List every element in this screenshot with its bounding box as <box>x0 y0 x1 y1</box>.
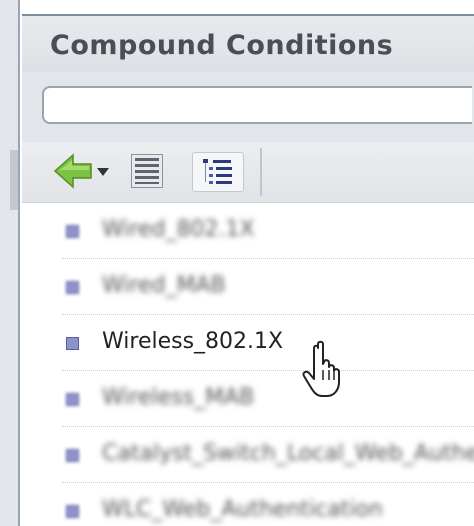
condition-label: Wired_MAB <box>102 273 226 298</box>
condition-label: Wireless_MAB <box>102 385 255 410</box>
condition-label: Wired_802.1X <box>102 217 255 242</box>
panel-header: Compound Conditions <box>22 14 474 74</box>
list-view-icon <box>131 154 163 188</box>
list-item[interactable]: WLC_Web_Authentication <box>22 483 474 526</box>
condition-icon <box>66 281 79 294</box>
left-panel-border <box>0 0 20 526</box>
condition-icon <box>66 449 79 462</box>
conditions-list: Wired_802.1X Wired_MAB Wireless_802.1X W… <box>22 203 474 526</box>
panel-title: Compound Conditions <box>50 30 394 61</box>
search-bar <box>22 72 474 142</box>
condition-icon <box>66 337 79 350</box>
list-item[interactable]: Wired_802.1X <box>22 203 474 259</box>
hand-pointer-cursor-icon <box>302 340 340 397</box>
condition-label: Catalyst_Switch_Local_Web_Authentication <box>102 441 474 466</box>
green-left-arrow-icon <box>53 153 109 189</box>
condition-label: WLC_Web_Authentication <box>102 497 383 522</box>
list-item[interactable]: Wired_MAB <box>22 259 474 315</box>
tree-view-icon <box>203 159 232 184</box>
back-button[interactable] <box>50 152 116 190</box>
list-item-highlighted[interactable]: Wireless_802.1X <box>22 315 474 371</box>
condition-icon <box>66 225 79 238</box>
toolbar-separator <box>260 148 262 196</box>
dropdown-arrow-icon <box>97 168 109 176</box>
toolbar <box>22 142 474 203</box>
list-item[interactable]: Catalyst_Switch_Local_Web_Authentication <box>22 427 474 483</box>
condition-label: Wireless_802.1X <box>102 329 284 354</box>
left-scroll-strip[interactable] <box>10 150 18 210</box>
condition-icon <box>66 505 79 518</box>
list-view-button[interactable] <box>122 152 172 190</box>
list-item[interactable]: Wireless_MAB <box>22 371 474 427</box>
tree-view-button[interactable] <box>192 152 244 192</box>
search-input[interactable] <box>42 86 472 124</box>
condition-icon <box>66 393 79 406</box>
compound-conditions-panel: Compound Conditions Wired_802.1X Wired_M… <box>0 0 474 526</box>
